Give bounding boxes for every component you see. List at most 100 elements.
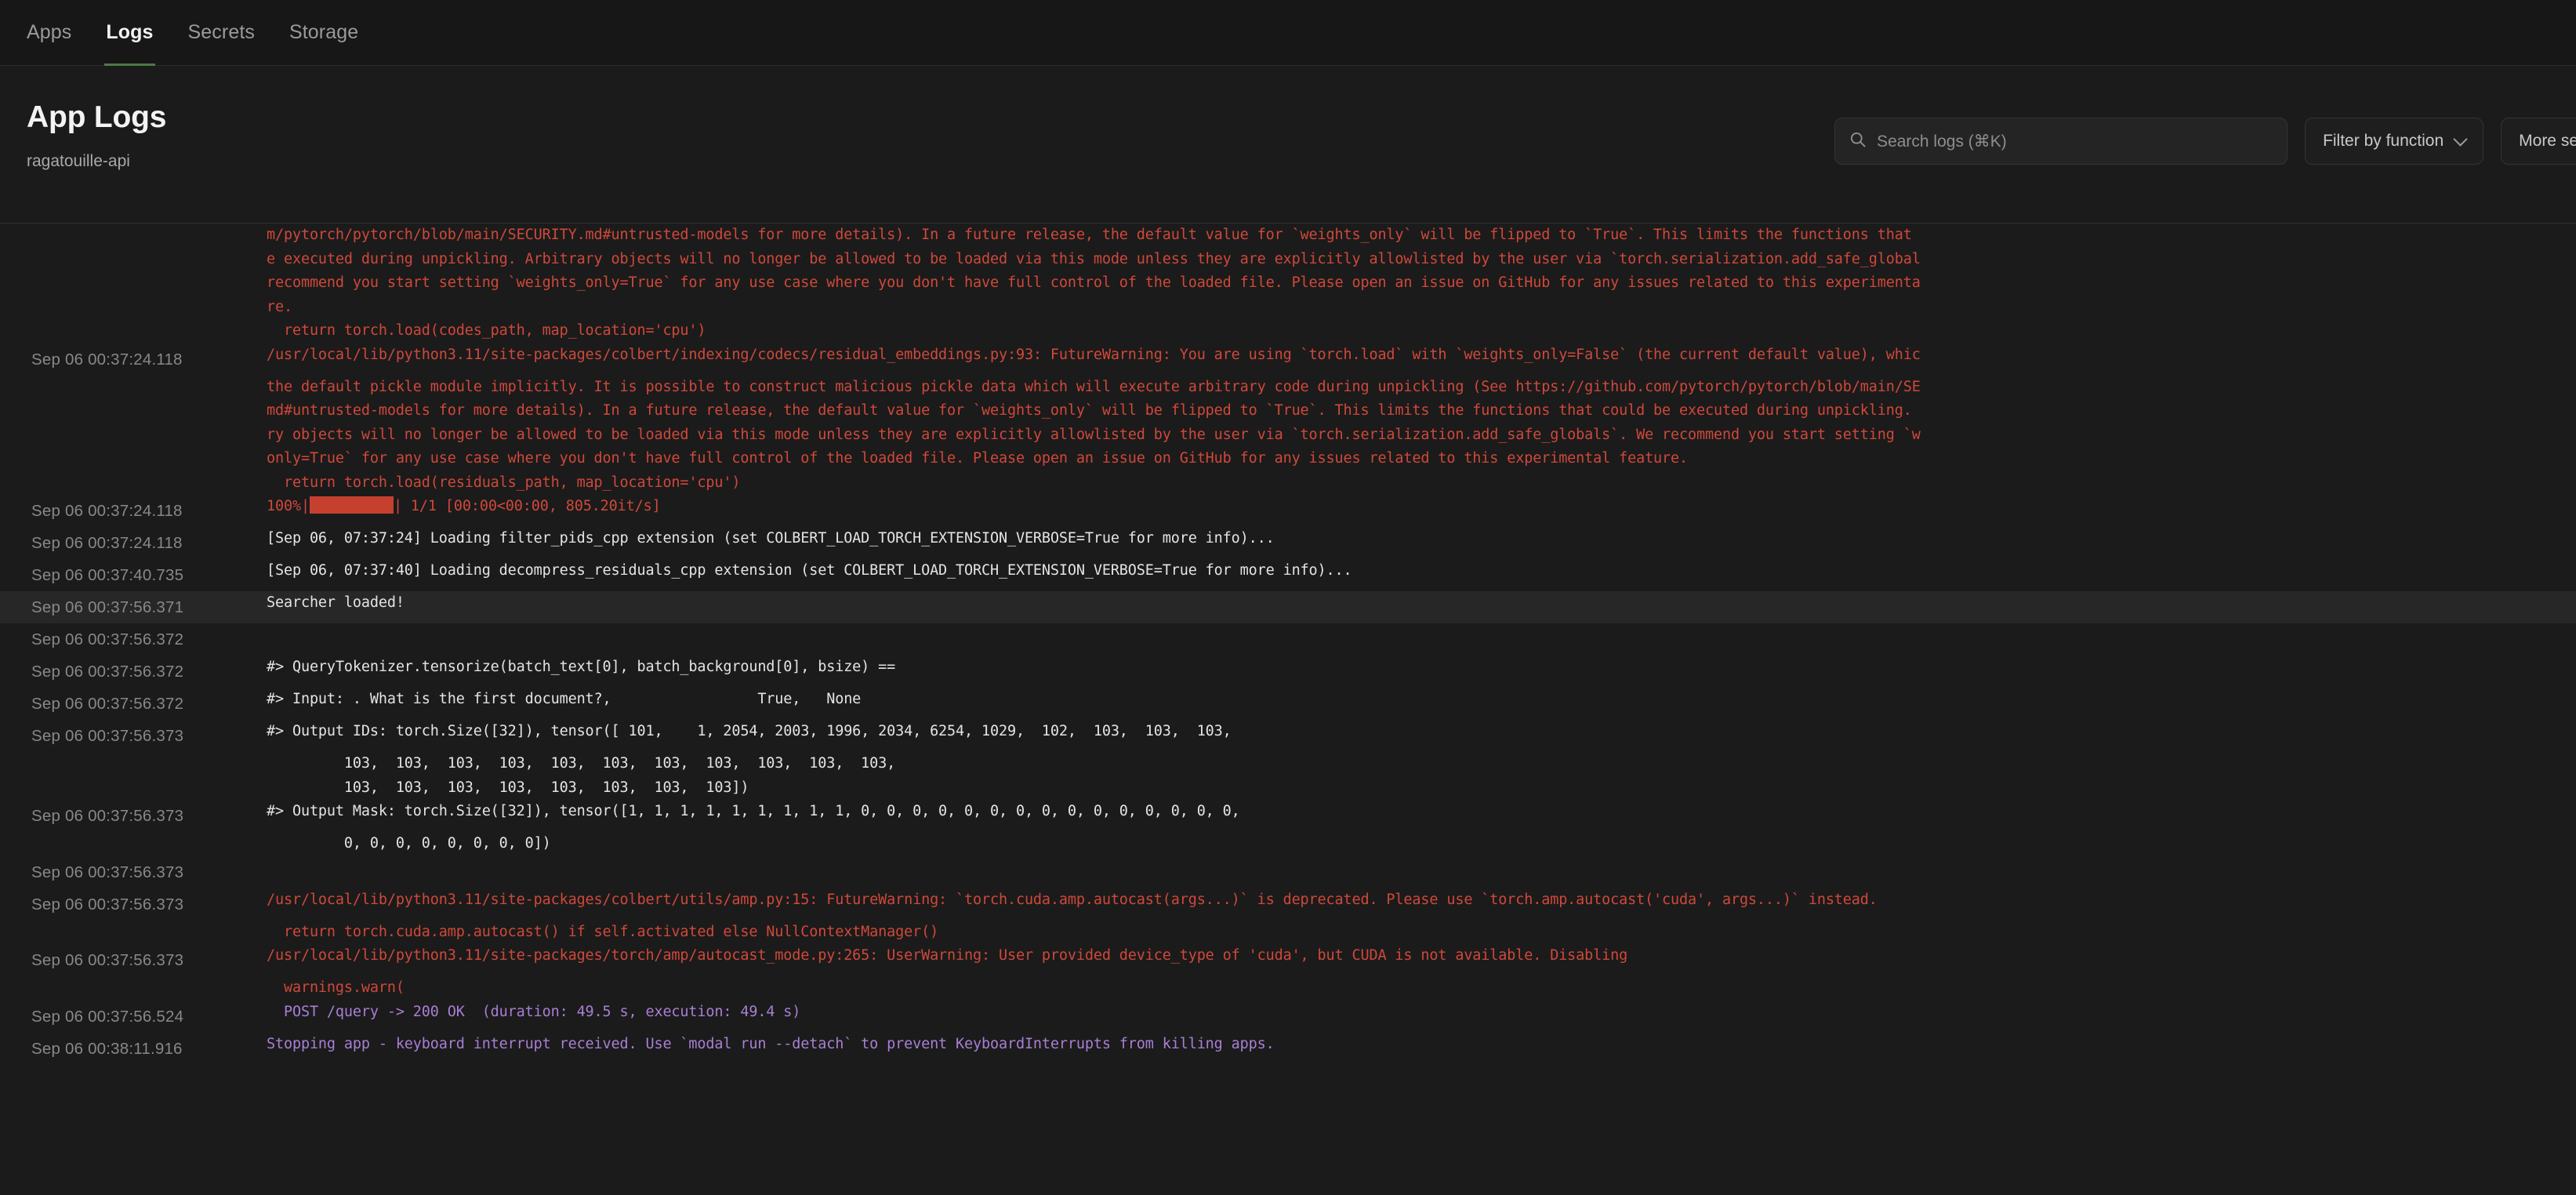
log-message: Searcher loaded! (267, 594, 405, 611)
nav-tab-secrets[interactable]: Secrets (171, 0, 272, 65)
log-timestamp: Sep 06 00:37:56.371 (31, 598, 184, 616)
search-placeholder: Search logs (⌘K) (1877, 132, 2007, 151)
log-message: m/pytorch/pytorch/blob/main/SECURITY.md#… (267, 227, 1912, 243)
log-line[interactable]: re. (0, 296, 2576, 320)
log-line[interactable]: Sep 06 00:37:56.373/usr/local/lib/python… (0, 888, 2576, 921)
log-message: #> QueryTokenizer.tensorize(batch_text[0… (267, 659, 896, 675)
log-line[interactable]: Sep 06 00:37:24.118 100%| | 1/1 [00:00<00:… (0, 495, 2576, 527)
log-message: #> Output IDs: torch.Size([32]), tensor(… (267, 723, 1232, 739)
log-line[interactable]: return torch.load(residuals_path, map_lo… (0, 471, 2576, 496)
log-viewer[interactable]: m/pytorch/pytorch/blob/main/SECURITY.md#… (0, 223, 2576, 1195)
log-timestamp: Sep 06 00:37:56.373 (31, 727, 184, 745)
log-message: warnings.warn( (267, 979, 405, 996)
log-line[interactable]: return torch.cuda.amp.autocast() if self… (0, 921, 2576, 945)
log-line[interactable]: Sep 06 00:37:56.372 #> Input: . What is t… (0, 688, 2576, 720)
log-message: return torch.cuda.amp.autocast() if self… (267, 923, 939, 940)
log-message: return torch.load(residuals_path, map_lo… (267, 474, 741, 491)
log-timestamp: Sep 06 00:37:56.373 (31, 895, 184, 914)
log-timestamp: Sep 06 00:38:11.916 (31, 1039, 183, 1058)
log-message: recommend you start setting `weights_onl… (267, 274, 1921, 291)
nav-tab-label: Storage (288, 21, 359, 43)
log-line[interactable]: Sep 06 00:37:56.373 (0, 856, 2576, 888)
log-timestamp: Sep 06 00:37:56.372 (31, 663, 184, 681)
log-message: 100%| | 1/1 [00:00<00:00, 805.20it/s] (267, 496, 661, 514)
log-timestamp: Sep 06 00:37:56.373 (31, 863, 184, 881)
log-message: e executed during unpickling. Arbitrary … (267, 250, 1921, 267)
app-name-label: ragatouille-api (27, 152, 130, 170)
chevron-down-icon (2455, 134, 2465, 144)
nav-tab-label: Apps (27, 21, 72, 43)
log-line[interactable]: Sep 06 00:37:56.373/usr/local/lib/python… (0, 944, 2576, 976)
log-message: md#untrusted-models for more details). I… (267, 402, 1912, 419)
log-line[interactable]: 0, 0, 0, 0, 0, 0, 0, 0]) (0, 832, 2576, 856)
log-line[interactable]: Sep 06 00:37:56.371 Searcher loaded! (0, 591, 2576, 623)
log-message: only=True` for any use case where you do… (267, 450, 1689, 467)
log-line[interactable]: e executed during unpickling. Arbitrary … (0, 248, 2576, 272)
log-message: 103, 103, 103, 103, 103, 103, 103, 103, … (267, 755, 896, 772)
filter-by-function-dropdown[interactable]: Filter by function (2305, 118, 2484, 165)
log-timestamp: Sep 06 00:37:40.735 (31, 566, 184, 584)
log-line[interactable]: Sep 06 00:37:24.118/usr/local/lib/python… (0, 343, 2576, 376)
log-line[interactable]: Sep 06 00:37:40.735 [Sep 06, 07:37:40] Lo… (0, 559, 2576, 591)
log-line[interactable]: Sep 06 00:37:56.373 #> Output IDs: torch.… (0, 720, 2576, 752)
log-message: return torch.load(codes_path, map_locati… (267, 322, 706, 339)
log-message: 0, 0, 0, 0, 0, 0, 0, 0]) (267, 835, 551, 852)
log-timestamp: Sep 06 00:37:24.118 (31, 502, 183, 520)
log-timestamp: Sep 06 00:37:24.118 (31, 350, 183, 369)
log-line[interactable]: warnings.warn( (0, 976, 2576, 1001)
log-message: ry objects will no longer be allowed to … (267, 426, 1921, 443)
log-line[interactable]: Sep 06 00:37:56.372 (0, 623, 2576, 656)
log-message: re. (267, 298, 292, 315)
log-message: #> Output Mask: torch.Size([32]), tensor… (267, 803, 1240, 819)
page-title: App Logs (27, 100, 167, 134)
log-line[interactable]: Sep 06 00:38:11.916 Stopping app - keyboa… (0, 1033, 2576, 1065)
search-input[interactable]: Search logs (⌘K) (1834, 118, 2288, 165)
log-line[interactable]: 103, 103, 103, 103, 103, 103, 103, 103]) (0, 776, 2576, 801)
log-message: 103, 103, 103, 103, 103, 103, 103, 103]) (267, 779, 749, 796)
log-line-list: m/pytorch/pytorch/blob/main/SECURITY.md#… (0, 223, 2576, 1195)
log-timestamp: Sep 06 00:37:56.373 (31, 951, 184, 969)
log-line[interactable]: m/pytorch/pytorch/blob/main/SECURITY.md#… (0, 223, 2576, 248)
log-line[interactable]: md#untrusted-models for more details). I… (0, 399, 2576, 423)
log-line[interactable]: only=True` for any use case where you do… (0, 447, 2576, 471)
log-timestamp: Sep 06 00:37:24.118 (31, 534, 183, 552)
log-message: POST /query -> 200 OK (duration: 49.5 s,… (267, 1003, 801, 1020)
log-line[interactable]: the default pickle module implicitly. It… (0, 376, 2576, 400)
log-line[interactable]: ry objects will no longer be allowed to … (0, 423, 2576, 448)
log-message: /usr/local/lib/python3.11/site-packages/… (267, 891, 1878, 908)
nav-tab-list: Apps Logs Secrets Storage (22, 0, 376, 66)
log-message: #> Input: . What is the first document?,… (267, 691, 862, 707)
nav-tab-label: Secrets (187, 21, 255, 43)
log-line[interactable]: recommend you start setting `weights_onl… (0, 271, 2576, 296)
log-timestamp: Sep 06 00:37:56.372 (31, 630, 184, 648)
log-line[interactable]: Sep 06 00:37:24.118 [Sep 06, 07:37:24] Lo… (0, 527, 2576, 559)
more-settings-label: More se (2519, 132, 2576, 150)
log-message (267, 623, 2576, 648)
filter-by-function-label: Filter by function (2323, 132, 2444, 150)
header-left: App Logs ragatouille-api (27, 94, 166, 171)
nav-tab-logs[interactable]: Logs (89, 0, 170, 66)
log-message: the default pickle module implicitly. It… (267, 378, 1921, 395)
log-message: [Sep 06, 07:37:24] Loading filter_pids_c… (267, 530, 1275, 547)
log-line[interactable]: Sep 06 00:37:56.372 #> QueryTokenizer.ten… (0, 656, 2576, 688)
log-message (267, 856, 2576, 881)
nav-tab-label: Logs (106, 21, 154, 43)
progress-bar (309, 496, 394, 514)
nav-tab-storage[interactable]: Storage (272, 0, 376, 65)
log-line[interactable]: return torch.load(codes_path, map_locati… (0, 319, 2576, 343)
page-header: App Logs ragatouille-api Search logs (⌘K… (0, 66, 2576, 223)
app-root: Apps Logs Secrets Storage App Logs ragatoui… (0, 0, 2576, 1195)
log-line[interactable]: Sep 06 00:37:56.373 #> Output Mask: torch… (0, 800, 2576, 832)
nav-tab-apps[interactable]: Apps (22, 0, 89, 65)
log-line[interactable]: 103, 103, 103, 103, 103, 103, 103, 103, … (0, 752, 2576, 776)
header-controls: Search logs (⌘K) Filter by function More… (1834, 94, 2576, 165)
log-line[interactable]: Sep 06 00:37:56.524 POST /query -> 200 O… (0, 1001, 2576, 1033)
top-navigation-bar: Apps Logs Secrets Storage (0, 0, 2576, 66)
log-timestamp: Sep 06 00:37:56.373 (31, 807, 184, 825)
log-message: Stopping app - keyboard interrupt receiv… (267, 1035, 1275, 1052)
log-timestamp: Sep 06 00:37:56.372 (31, 695, 184, 713)
log-timestamp: Sep 06 00:37:56.524 (31, 1007, 184, 1026)
search-icon (1849, 131, 1867, 152)
more-settings-button[interactable]: More se (2501, 118, 2576, 165)
log-message: /usr/local/lib/python3.11/site-packages/… (267, 346, 1921, 363)
